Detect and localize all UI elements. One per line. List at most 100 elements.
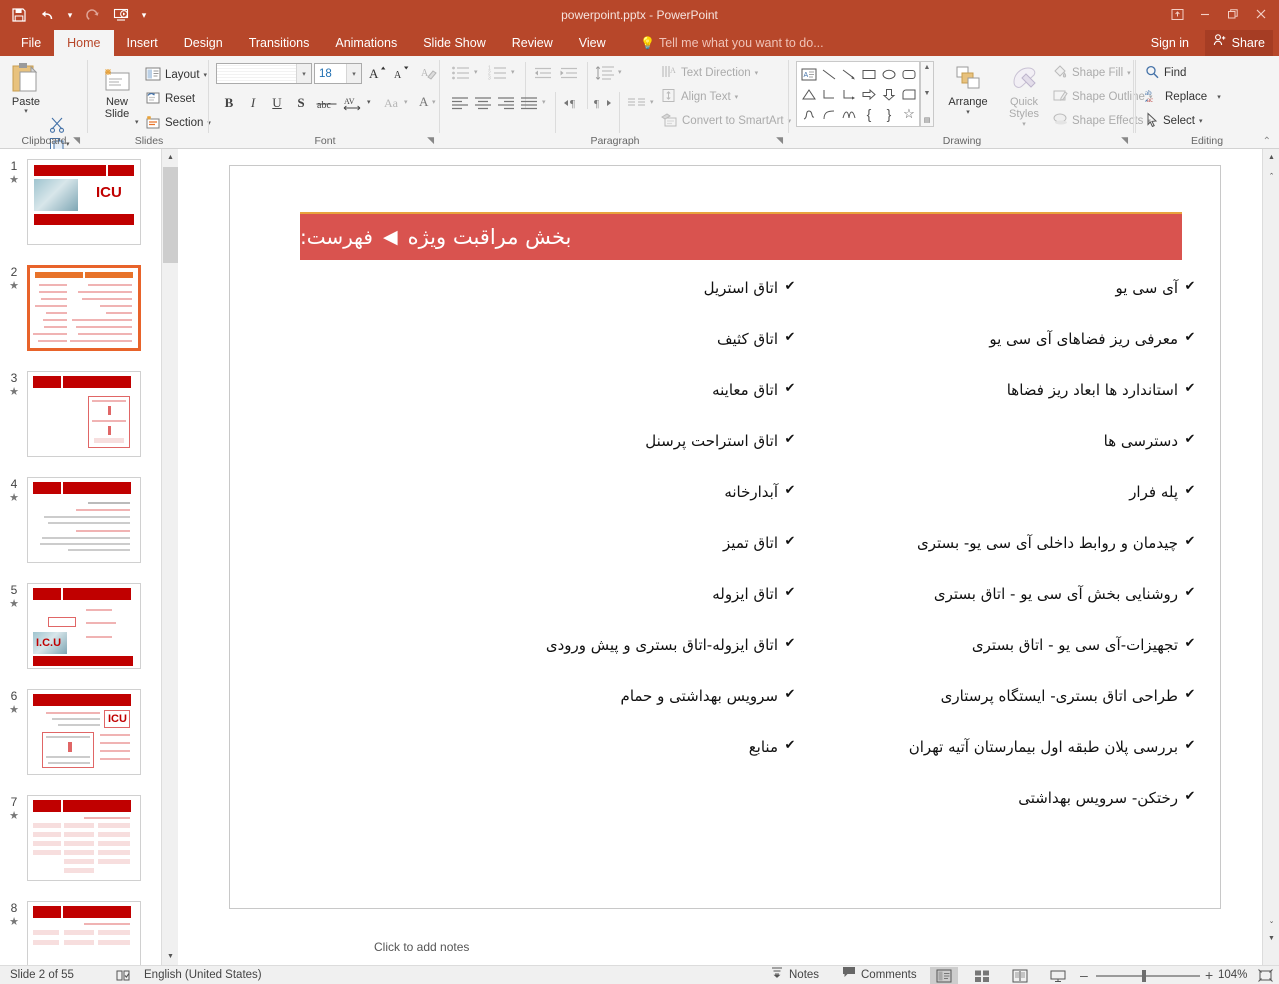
font-name-input[interactable]: ▾ bbox=[216, 63, 312, 84]
slide-sorter-icon[interactable] bbox=[968, 967, 996, 984]
quick-styles-dropdown-icon[interactable]: ▾ bbox=[1022, 120, 1026, 128]
list-item[interactable]: ✔ سرویس بهداشتی و حمام bbox=[380, 687, 800, 705]
shapes-gallery[interactable]: A { } ☆ bbox=[796, 61, 920, 127]
arrange-dropdown-icon[interactable]: ▾ bbox=[966, 108, 970, 116]
collapse-ribbon-icon[interactable]: ⌃ bbox=[1263, 136, 1271, 147]
shape-scribble-icon[interactable] bbox=[799, 104, 819, 124]
slide-thumbnail-selected[interactable] bbox=[27, 265, 141, 351]
slide-area-scrollbar[interactable]: ▲ ⌃ ⌄ ▼ bbox=[1262, 149, 1279, 965]
align-center-icon[interactable] bbox=[472, 92, 494, 114]
align-right-icon[interactable] bbox=[495, 92, 517, 114]
thumbnail-item-6[interactable]: 6 ★ ICU bbox=[0, 689, 178, 779]
layout-dropdown-icon[interactable]: ▾ bbox=[204, 71, 208, 79]
shape-textbox-icon[interactable]: A bbox=[799, 64, 819, 84]
increase-indent-icon[interactable] bbox=[557, 62, 581, 84]
italic-button[interactable]: I bbox=[242, 92, 264, 114]
numbering-dropdown-icon[interactable]: ▾ bbox=[511, 68, 515, 76]
zoom-slider-handle[interactable] bbox=[1142, 970, 1146, 982]
tell-me-search[interactable]: 💡Tell me what you want to do... bbox=[640, 30, 824, 56]
slideshow-icon[interactable] bbox=[1044, 967, 1072, 984]
shape-elbow-connector-icon[interactable] bbox=[819, 84, 839, 104]
underline-button[interactable]: U bbox=[266, 92, 288, 114]
slide-list-left-column[interactable]: ✔ اتاق استریل ✔ اتاق کثیف ✔ اتاق معاینه … bbox=[380, 279, 800, 756]
shape-right-brace-icon[interactable]: } bbox=[879, 104, 899, 124]
list-item[interactable]: ✔ استاندارد ها ابعاد ریز فضاها bbox=[800, 381, 1200, 399]
zoom-in-button[interactable]: + bbox=[1205, 966, 1213, 984]
paste-button[interactable]: Paste ▾ bbox=[4, 60, 48, 115]
new-slide-button[interactable]: New Slide bbox=[93, 60, 141, 120]
notes-button[interactable]: Notes bbox=[770, 966, 819, 984]
scroll-up-icon[interactable]: ▲ bbox=[1263, 149, 1279, 166]
font-color-dropdown-icon[interactable]: ▾ bbox=[432, 98, 436, 106]
current-slide[interactable]: بخش مراقبت ویژه ◀ فهرست: ✔ آی سی یو ✔ مع… bbox=[229, 165, 1221, 909]
shape-flowchart-icon[interactable] bbox=[899, 84, 919, 104]
shape-fill-button[interactable]: Shape Fill ▾ bbox=[1052, 62, 1131, 84]
font-dialog-launcher[interactable]: ◥ bbox=[427, 135, 434, 146]
tab-slide-show[interactable]: Slide Show bbox=[410, 30, 499, 56]
tab-file[interactable]: File bbox=[8, 30, 54, 56]
right-to-left-icon[interactable]: ¶ bbox=[589, 92, 615, 114]
list-item[interactable]: ✔ آبدارخانه bbox=[380, 483, 800, 501]
shape-rounded-rect-icon[interactable] bbox=[899, 64, 919, 84]
previous-slide-icon[interactable]: ⌃ bbox=[1263, 167, 1279, 184]
shape-elbow-arrow-icon[interactable] bbox=[839, 84, 859, 104]
cut-icon[interactable] bbox=[46, 114, 68, 136]
shapes-gallery-scroll[interactable]: ▲ ▼ ▤ bbox=[920, 61, 934, 127]
thumbnail-panel-scrollbar[interactable]: ▲ ▼ bbox=[161, 149, 178, 965]
tab-home[interactable]: Home bbox=[54, 30, 113, 56]
font-size-input[interactable]: 18 ▾ bbox=[314, 63, 362, 84]
quick-styles-button[interactable]: Quick Styles ▾ bbox=[998, 60, 1050, 128]
grow-font-icon[interactable]: A bbox=[366, 62, 390, 84]
slide-list-right-column[interactable]: ✔ آی سی یو ✔ معرفی ریز فضاهای آی سی یو ✔… bbox=[800, 279, 1200, 807]
slide-thumbnail-panel[interactable]: 1 ★ ICU 2 ★ bbox=[0, 149, 178, 965]
text-direction-dropdown-icon[interactable]: ▾ bbox=[755, 69, 759, 77]
shape-triangle-icon[interactable] bbox=[799, 84, 819, 104]
gallery-more-icon[interactable]: ▤ bbox=[924, 116, 931, 124]
thumbnail-item-2[interactable]: 2 ★ bbox=[0, 265, 178, 355]
slide-thumbnail[interactable] bbox=[27, 371, 141, 457]
layout-button[interactable]: Layout ▾ bbox=[145, 64, 207, 86]
restore-icon[interactable] bbox=[1219, 1, 1247, 27]
section-button[interactable]: Section ▾ bbox=[145, 112, 211, 134]
reset-button[interactable]: Reset bbox=[145, 88, 195, 110]
zoom-slider[interactable] bbox=[1096, 975, 1200, 977]
text-shadow-button[interactable]: S bbox=[290, 92, 312, 114]
shape-ellipse-icon[interactable] bbox=[879, 64, 899, 84]
replace-dropdown-icon[interactable]: ▾ bbox=[1217, 93, 1221, 101]
notes-pane[interactable]: Click to add notes bbox=[356, 929, 1279, 965]
tab-design[interactable]: Design bbox=[171, 30, 236, 56]
list-item[interactable]: ✔ اتاق ایزوله bbox=[380, 585, 800, 603]
zoom-level[interactable]: 104% bbox=[1218, 966, 1247, 984]
list-item[interactable]: ✔ آی سی یو bbox=[800, 279, 1200, 297]
bullets-icon[interactable] bbox=[449, 62, 473, 84]
slide-thumbnail[interactable]: I.C.U bbox=[27, 583, 141, 669]
list-item[interactable]: ✔ تجهیزات-آی سی یو - اتاق بستری bbox=[800, 636, 1200, 654]
reading-view-icon[interactable] bbox=[1006, 967, 1034, 984]
slide-thumbnail[interactable]: ICU bbox=[27, 689, 141, 775]
line-spacing-icon[interactable] bbox=[593, 62, 617, 84]
font-size-dropdown-icon[interactable]: ▾ bbox=[346, 64, 361, 83]
shape-star-icon[interactable]: ☆ bbox=[899, 104, 919, 124]
convert-to-smartart-button[interactable]: Convert to SmartArt ▾ bbox=[661, 110, 791, 132]
bold-button[interactable]: B bbox=[218, 92, 240, 114]
columns-icon[interactable] bbox=[625, 92, 649, 114]
replace-button[interactable]: abac Replace ▾ bbox=[1145, 86, 1221, 108]
character-spacing-dropdown-icon[interactable]: ▾ bbox=[367, 98, 371, 106]
scroll-down-icon[interactable]: ▼ bbox=[162, 948, 178, 965]
comments-button[interactable]: Comments bbox=[842, 966, 917, 984]
new-slide-dropdown-icon[interactable]: ▾ bbox=[135, 118, 139, 126]
zoom-out-button[interactable]: – bbox=[1080, 966, 1088, 984]
line-spacing-dropdown-icon[interactable]: ▾ bbox=[618, 68, 622, 76]
scrollbar-thumb[interactable] bbox=[163, 167, 178, 263]
thumbnail-item-3[interactable]: 3 ★ bbox=[0, 371, 178, 461]
tab-transitions[interactable]: Transitions bbox=[236, 30, 323, 56]
shape-arrow-icon[interactable] bbox=[839, 64, 859, 84]
close-icon[interactable] bbox=[1247, 1, 1275, 27]
list-item[interactable]: ✔ پله فرار bbox=[800, 483, 1200, 501]
next-slide-icon[interactable]: ⌄ bbox=[1263, 912, 1279, 929]
tab-insert[interactable]: Insert bbox=[114, 30, 171, 56]
bullets-dropdown-icon[interactable]: ▾ bbox=[474, 68, 478, 76]
tab-view[interactable]: View bbox=[566, 30, 619, 56]
thumbnail-item-1[interactable]: 1 ★ ICU bbox=[0, 159, 178, 249]
list-item[interactable]: ✔ اتاق استریل bbox=[380, 279, 800, 297]
